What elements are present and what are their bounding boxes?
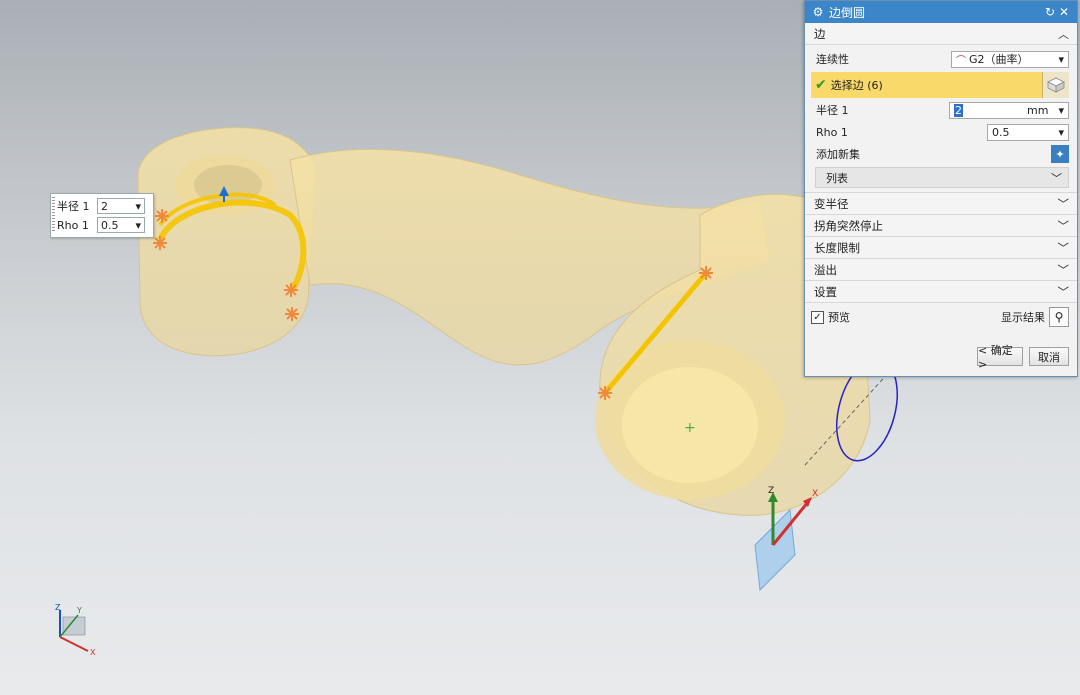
radius-value[interactable]: 2 bbox=[954, 103, 963, 117]
gear-icon: ⚙ bbox=[812, 5, 824, 19]
float-radius-value: 2 bbox=[101, 199, 108, 213]
dropdown-arrow-icon[interactable]: ▾ bbox=[135, 200, 141, 213]
section-settings[interactable]: 设置 ﹀ bbox=[805, 280, 1077, 302]
edge-section-title: 边 bbox=[814, 26, 826, 41]
list-label: 列表 bbox=[826, 171, 848, 185]
radius-row: 半径 1 2 mm ▾ bbox=[805, 99, 1077, 121]
magnifier-icon[interactable]: ⚲ bbox=[1049, 307, 1069, 327]
chevron-down-icon[interactable]: ﹀ bbox=[1058, 284, 1070, 300]
float-rho-row: Rho 1 0.5 ▾ bbox=[57, 216, 145, 234]
list-expander[interactable]: 列表 ﹀ bbox=[815, 167, 1069, 188]
section-length-limit[interactable]: 长度限制 ﹀ bbox=[805, 236, 1077, 258]
rho-input[interactable]: 0.5 ▾ bbox=[987, 123, 1069, 141]
section-corner-setback[interactable]: 拐角突然停止 ﹀ bbox=[805, 214, 1077, 236]
chevron-down-icon[interactable]: ﹀ bbox=[1058, 240, 1070, 256]
csys-z-label: Z bbox=[768, 486, 774, 496]
rho-value: 0.5 bbox=[992, 125, 1010, 139]
check-icon: ✔ bbox=[815, 77, 827, 93]
section-overflow[interactable]: 溢出 ﹀ bbox=[805, 258, 1077, 280]
onscreen-input-panel: 半径 1 2 ▾ Rho 1 0.5 ▾ bbox=[50, 193, 154, 238]
section-label: 变半径 bbox=[814, 196, 849, 211]
chevron-down-icon[interactable]: ﹀ bbox=[1058, 218, 1070, 234]
float-rho-value: 0.5 bbox=[101, 218, 119, 232]
reset-icon[interactable]: ↻ bbox=[1043, 5, 1057, 19]
dialog-buttons: < 确定 > 取消 bbox=[805, 344, 1077, 371]
drag-grip[interactable] bbox=[52, 197, 55, 233]
edge-blend-dialog: ⚙ 边倒圆 ↻ ✕ 边 ︿ 连续性 ⌒ G2（曲率） ▾ ✔ 选择边 (6) 半… bbox=[804, 0, 1078, 377]
close-icon[interactable]: ✕ bbox=[1057, 5, 1071, 19]
chevron-down-icon[interactable]: ﹀ bbox=[1058, 262, 1070, 278]
chevron-up-icon[interactable]: ︿ bbox=[1058, 26, 1069, 42]
float-rho-label: Rho 1 bbox=[57, 218, 89, 232]
float-rho-input[interactable]: 0.5 ▾ bbox=[97, 217, 145, 233]
section-label: 溢出 bbox=[814, 262, 837, 277]
left-boss[interactable] bbox=[137, 127, 317, 357]
dialog-title-bar[interactable]: ⚙ 边倒圆 ↻ ✕ bbox=[805, 1, 1077, 23]
add-new-set-row: 添加新集 ✦ bbox=[805, 143, 1077, 165]
section-label: 拐角突然停止 bbox=[814, 218, 883, 233]
chevron-down-icon[interactable]: ﹀ bbox=[1051, 170, 1062, 186]
continuity-row: 连续性 ⌒ G2（曲率） ▾ bbox=[805, 48, 1077, 70]
float-radius-row: 半径 1 2 ▾ bbox=[57, 197, 145, 215]
chevron-down-icon[interactable]: ﹀ bbox=[1058, 196, 1070, 212]
triad-z-label: Z bbox=[55, 603, 61, 612]
radius-unit: mm bbox=[1027, 103, 1049, 117]
chevron-down-icon[interactable]: ▾ bbox=[1058, 126, 1064, 139]
triad-x-label: X bbox=[90, 648, 96, 657]
dropdown-arrow-icon[interactable]: ▾ bbox=[135, 219, 141, 232]
section-variable-radius[interactable]: 变半径 ﹀ bbox=[805, 192, 1077, 214]
section-label: 设置 bbox=[814, 284, 837, 299]
chevron-down-icon[interactable]: ▾ bbox=[1058, 104, 1064, 117]
preview-checkbox[interactable]: ✓ bbox=[811, 310, 824, 324]
select-edge-label: 选择边 (6) bbox=[830, 79, 883, 92]
curvature-icon: ⌒ bbox=[956, 55, 966, 67]
preview-label: 预览 bbox=[828, 311, 850, 324]
continuity-value: G2（曲率） bbox=[969, 53, 1029, 66]
radius-label: 半径 1 bbox=[816, 104, 849, 117]
add-set-icon[interactable]: ✦ bbox=[1051, 145, 1069, 163]
add-new-set-label: 添加新集 bbox=[816, 148, 860, 161]
preview-row: ✓ 预览 显示结果 ⚲ bbox=[805, 302, 1077, 331]
float-radius-input[interactable]: 2 ▾ bbox=[97, 198, 145, 214]
ok-button[interactable]: < 确定 > bbox=[977, 344, 1023, 371]
cancel-button[interactable]: 取消 bbox=[1029, 347, 1069, 366]
cube-icon[interactable] bbox=[1042, 72, 1069, 98]
rho-label: Rho 1 bbox=[816, 125, 848, 139]
show-result-label: 显示结果 bbox=[1001, 311, 1045, 324]
float-radius-label: 半径 1 bbox=[57, 200, 90, 213]
select-edge-row[interactable]: ✔ 选择边 (6) bbox=[811, 72, 1069, 98]
section-label: 长度限制 bbox=[814, 240, 860, 255]
continuity-select[interactable]: ⌒ G2（曲率） ▾ bbox=[951, 50, 1069, 68]
chevron-down-icon[interactable]: ▾ bbox=[1058, 53, 1064, 66]
triad-y-label: Y bbox=[76, 606, 82, 615]
radius-input[interactable]: 2 mm ▾ bbox=[949, 101, 1069, 119]
csys-x-label: X bbox=[812, 489, 818, 499]
edge-section-header[interactable]: 边 ︿ bbox=[805, 23, 1077, 45]
continuity-label: 连续性 bbox=[816, 53, 849, 66]
rho-row: Rho 1 0.5 ▾ bbox=[805, 121, 1077, 143]
view-triad-icon[interactable]: Z Y X bbox=[55, 603, 96, 657]
center-marker-icon: + bbox=[684, 420, 696, 436]
dialog-title: 边倒圆 bbox=[829, 5, 866, 20]
